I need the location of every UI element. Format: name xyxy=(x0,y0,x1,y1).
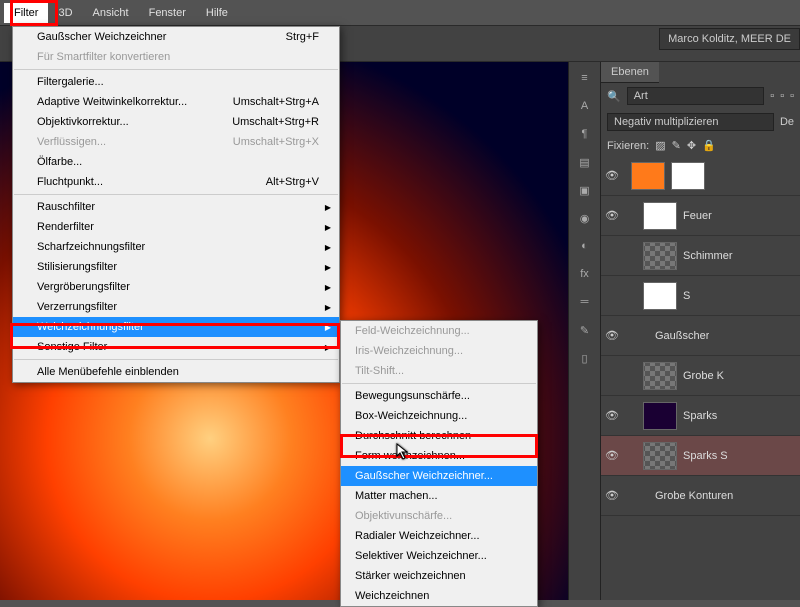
submenu-item[interactable]: Durchschnitt berechnen xyxy=(341,426,537,446)
layer-name: S xyxy=(683,290,690,302)
layer-thumb[interactable] xyxy=(643,202,677,230)
layer-name: Gaußscher xyxy=(655,330,709,342)
color-icon[interactable]: ◉ xyxy=(575,208,595,228)
layer-name: Sparks S xyxy=(683,450,728,462)
fx-icon[interactable]: fx xyxy=(575,264,595,284)
blur-submenu: Feld-Weichzeichnung...Iris-Weichzeichnun… xyxy=(340,320,538,607)
menu-item[interactable]: Alle Menübefehle einblenden xyxy=(13,362,339,382)
lock-move-icon[interactable]: ✥ xyxy=(687,139,696,152)
layer-thumb[interactable] xyxy=(643,282,677,310)
submenu-item[interactable]: Form weichzeichnen... xyxy=(341,446,537,466)
layer-row[interactable]: 👁 xyxy=(601,156,800,196)
layer-thumb[interactable] xyxy=(643,402,677,430)
layer-row[interactable]: S xyxy=(601,276,800,316)
visibility-icon[interactable]: 👁 xyxy=(605,209,619,223)
layers-tab[interactable]: Ebenen xyxy=(601,62,659,83)
submenu-item[interactable]: Radialer Weichzeichner... xyxy=(341,526,537,546)
submenu-item: Tilt-Shift... xyxy=(341,361,537,381)
lock-brush-icon[interactable]: ✎ xyxy=(672,139,681,152)
layer-thumb[interactable] xyxy=(643,242,677,270)
layer-name: Grobe Konturen xyxy=(655,490,733,502)
layer-row[interactable]: Grobe K xyxy=(601,356,800,396)
layer-thumb[interactable] xyxy=(631,162,665,190)
submenu-item[interactable]: Gaußscher Weichzeichner... xyxy=(341,466,537,486)
menu-item[interactable]: Ölfarbe... xyxy=(13,152,339,172)
layer-thumb[interactable] xyxy=(643,362,677,390)
layer-name: Grobe K xyxy=(683,370,724,382)
layer-row[interactable]: 👁 Gaußscher xyxy=(601,316,800,356)
right-toolbar: ≡ A ¶ ▤ ▣ ◉ ◐ fx ═ ✎ ▯ xyxy=(568,62,600,600)
submenu-item: Feld-Weichzeichnung... xyxy=(341,321,537,341)
submenu-item[interactable]: Selektiver Weichzeichner... xyxy=(341,546,537,566)
nav-icon[interactable]: ▣ xyxy=(575,180,595,200)
menu-item[interactable]: Stilisierungsfilter xyxy=(13,257,339,277)
visibility-icon[interactable]: 👁 xyxy=(605,329,619,343)
submenu-item[interactable]: Matter machen... xyxy=(341,486,537,506)
submenu-item: Iris-Weichzeichnung... xyxy=(341,341,537,361)
submenu-item[interactable]: Weichzeichnen xyxy=(341,586,537,606)
menu-item: Verflüssigen...Umschalt+Strg+X xyxy=(13,132,339,152)
visibility-icon[interactable]: 👁 xyxy=(605,169,619,183)
menu-item[interactable]: Adaptive Weitwinkelkorrektur...Umschalt+… xyxy=(13,92,339,112)
layer-thumb[interactable] xyxy=(643,442,677,470)
layer-name: Schimmer xyxy=(683,250,733,262)
filter-icon[interactable]: ▫ xyxy=(780,90,784,102)
menu-item[interactable]: Vergröberungsfilter xyxy=(13,277,339,297)
menu-fenster[interactable]: Fenster xyxy=(139,3,196,23)
layer-name: Sparks xyxy=(683,410,717,422)
menu-item[interactable]: Filtergalerie... xyxy=(13,72,339,92)
layer-row[interactable]: 👁 Sparks xyxy=(601,396,800,436)
props-icon[interactable]: ═ xyxy=(575,292,595,312)
lock-label: Fixieren: xyxy=(607,140,649,152)
paragraph-icon[interactable]: ¶ xyxy=(575,124,595,144)
menu-item[interactable]: Weichzeichnungsfilter xyxy=(13,317,339,337)
menu-item: Für Smartfilter konvertieren xyxy=(13,47,339,67)
submenu-item[interactable]: Stärker weichzeichnen xyxy=(341,566,537,586)
clone-icon[interactable]: ▯ xyxy=(575,348,595,368)
history-icon[interactable]: ≡ xyxy=(575,68,595,88)
menubar: Filter3DAnsichtFensterHilfe xyxy=(0,0,800,26)
visibility-icon[interactable] xyxy=(605,249,619,263)
visibility-icon[interactable] xyxy=(605,369,619,383)
menu-item[interactable]: Rauschfilter xyxy=(13,197,339,217)
menu-item[interactable]: Verzerrungsfilter xyxy=(13,297,339,317)
lock-all-icon[interactable]: 🔒 xyxy=(702,139,716,152)
menu-hilfe[interactable]: Hilfe xyxy=(196,3,238,23)
layer-row[interactable]: Schimmer xyxy=(601,236,800,276)
visibility-icon[interactable]: 👁 xyxy=(605,409,619,423)
menu-3d[interactable]: 3D xyxy=(48,3,82,23)
menu-item[interactable]: Fluchtpunkt...Alt+Strg+V xyxy=(13,172,339,192)
adjust-icon[interactable]: ◐ xyxy=(575,236,595,256)
layers-panel: Ebenen 🔍 Art ▫ ▫ ▫ Negativ multipliziere… xyxy=(600,62,800,600)
swatch-icon[interactable]: ▤ xyxy=(575,152,595,172)
type-icon[interactable]: A xyxy=(575,96,595,116)
menu-item[interactable]: Renderfilter xyxy=(13,217,339,237)
layer-row[interactable]: 👁 Grobe Konturen xyxy=(601,476,800,516)
layer-name: Feuer xyxy=(683,210,712,222)
menu-item[interactable]: Objektivkorrektur...Umschalt+Strg+R xyxy=(13,112,339,132)
brush-icon[interactable]: ✎ xyxy=(575,320,595,340)
visibility-icon[interactable]: 👁 xyxy=(605,449,619,463)
filter-icon[interactable]: ▫ xyxy=(790,90,794,102)
visibility-icon[interactable]: 👁 xyxy=(605,489,619,503)
layer-row[interactable]: 👁 Sparks S xyxy=(601,436,800,476)
submenu-item[interactable]: Box-Weichzeichnung... xyxy=(341,406,537,426)
layer-row[interactable]: 👁 Feuer xyxy=(601,196,800,236)
menu-item[interactable]: Scharfzeichnungsfilter xyxy=(13,237,339,257)
filter-menu: Gaußscher WeichzeichnerStrg+FFür Smartfi… xyxy=(12,26,340,383)
menu-filter[interactable]: Filter xyxy=(4,3,48,23)
menu-item[interactable]: Gaußscher WeichzeichnerStrg+F xyxy=(13,27,339,47)
visibility-icon[interactable] xyxy=(605,289,619,303)
layer-kind-select[interactable]: Art xyxy=(627,87,765,105)
menu-ansicht[interactable]: Ansicht xyxy=(83,3,139,23)
submenu-item: Objektivunschärfe... xyxy=(341,506,537,526)
submenu-item[interactable]: Bewegungsunschärfe... xyxy=(341,386,537,406)
filter-icon[interactable]: ▫ xyxy=(770,90,774,102)
layer-mask[interactable] xyxy=(671,162,705,190)
lock-transparent-icon[interactable]: ▨ xyxy=(655,139,665,152)
cursor-icon xyxy=(396,443,410,461)
blend-mode-select[interactable]: Negativ multiplizieren xyxy=(607,113,774,131)
user-badge[interactable]: Marco Kolditz, MEER DE xyxy=(659,28,800,50)
menu-item[interactable]: Sonstige Filter xyxy=(13,337,339,357)
